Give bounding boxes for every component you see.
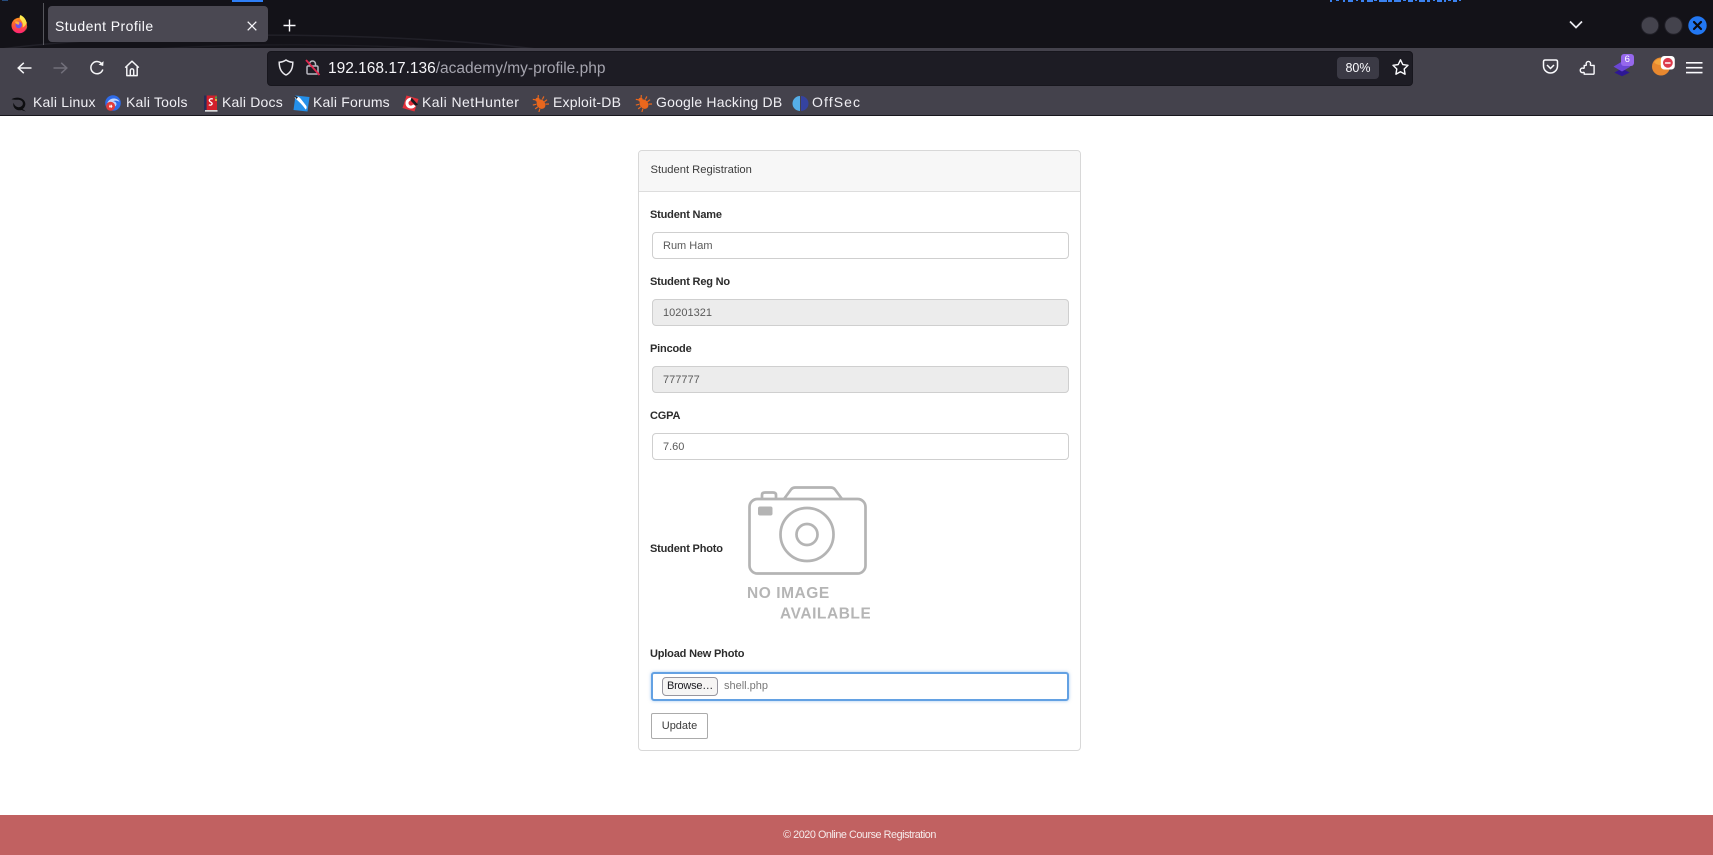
svg-text:NO IMAGE: NO IMAGE [747, 585, 830, 602]
svg-text:AVAILABLE: AVAILABLE [780, 606, 870, 623]
